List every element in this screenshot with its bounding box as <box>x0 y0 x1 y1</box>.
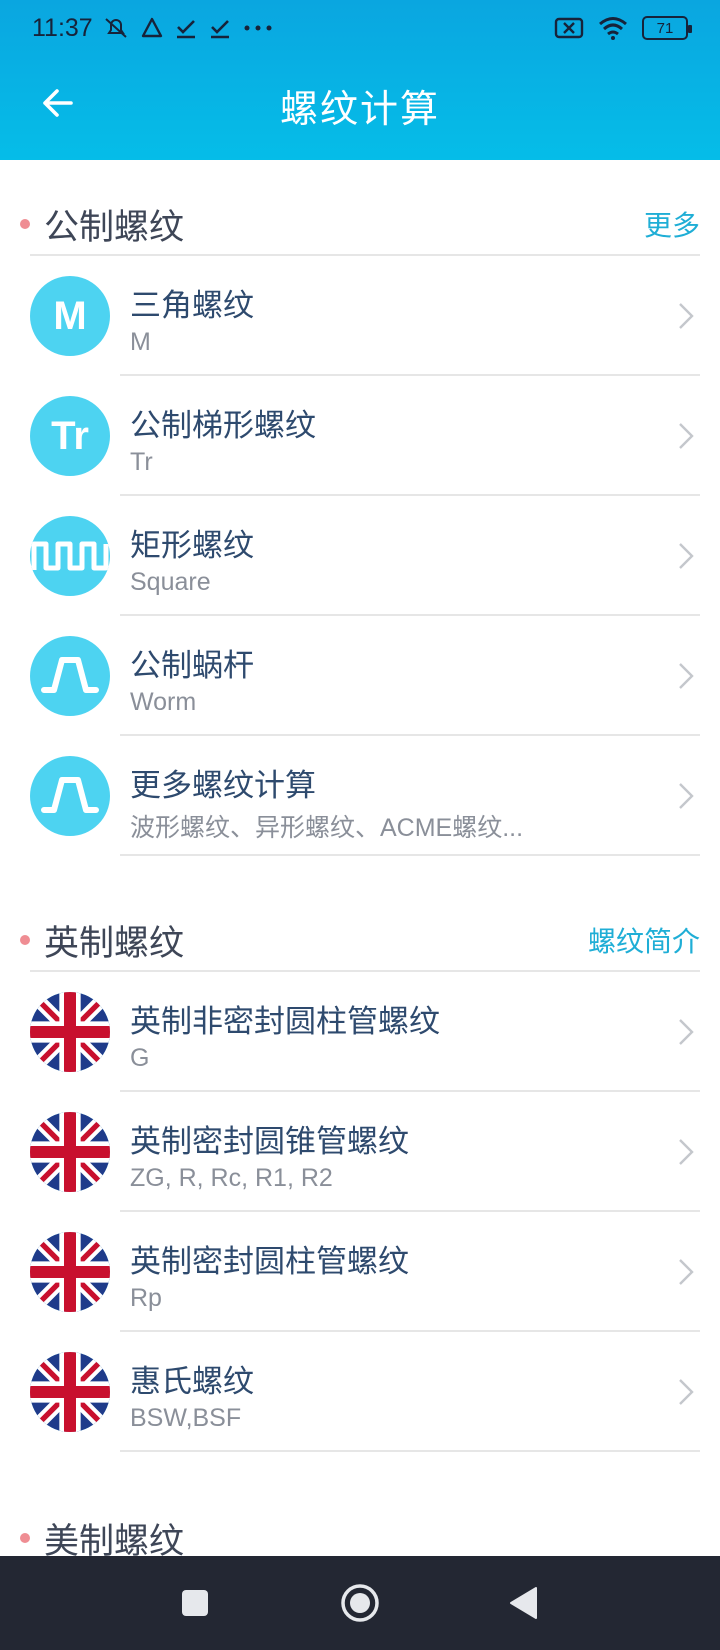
thread-list[interactable]: 公制螺纹 更多 M 三角螺纹 M Tr 公制梯形螺纹 Tr 矩形螺纹 Squar… <box>0 160 720 1556</box>
item-title: 惠氏螺纹 <box>130 1364 254 1400</box>
back-button[interactable] <box>30 76 84 130</box>
tr-letter-icon: Tr <box>30 396 110 476</box>
section-title: 英制螺纹 <box>44 923 185 964</box>
chevron-right-icon <box>679 303 694 329</box>
section-dot <box>20 219 30 229</box>
square-wave-icon <box>30 516 110 596</box>
list-item-more-threads[interactable]: 更多螺纹计算 波形螺纹、异形螺纹、ACME螺纹... <box>0 736 720 856</box>
battery-icon: 71 <box>642 16 692 40</box>
section-header-american: 美制螺纹 <box>0 1506 720 1556</box>
chevron-right-icon <box>679 1139 694 1165</box>
item-title: 更多螺纹计算 <box>130 768 316 804</box>
item-divider <box>120 854 700 856</box>
status-right: 71 <box>554 16 692 40</box>
check-icon <box>176 20 195 39</box>
section-title: 美制螺纹 <box>44 1521 185 1557</box>
uk-flag-icon <box>30 1112 110 1192</box>
list-item-trapezoidal-thread[interactable]: Tr 公制梯形螺纹 Tr <box>0 376 720 496</box>
list-item-bsp-sealed-parallel[interactable]: 英制密封圆柱管螺纹 Rp <box>0 1212 720 1332</box>
item-subtitle: Tr <box>130 448 153 476</box>
battery-level: 71 <box>656 19 674 37</box>
mute-icon <box>105 18 127 38</box>
section-title: 公制螺纹 <box>44 207 185 248</box>
wifi-icon <box>599 17 627 40</box>
uk-flag-icon <box>30 1232 110 1312</box>
uk-flag-icon <box>30 992 110 1072</box>
item-subtitle: 波形螺纹、异形螺纹、ACME螺纹... <box>130 814 524 842</box>
item-subtitle: BSW,BSF <box>130 1404 242 1432</box>
chevron-right-icon <box>679 783 694 809</box>
circle-icon <box>341 1584 379 1622</box>
item-title: 英制密封圆锥管螺纹 <box>130 1124 409 1160</box>
chevron-right-icon <box>679 663 694 689</box>
check-icon <box>210 20 229 39</box>
item-subtitle: Square <box>130 568 211 596</box>
m-letter-icon: M <box>30 276 110 356</box>
chevron-right-icon <box>679 1019 694 1045</box>
chevron-right-icon <box>679 423 694 449</box>
item-subtitle: Worm <box>130 688 197 716</box>
more-dots-icon <box>244 25 272 31</box>
trapezoid-wave-icon <box>30 636 110 716</box>
chevron-right-icon <box>679 1259 694 1285</box>
list-item-square-thread[interactable]: 矩形螺纹 Square <box>0 496 720 616</box>
recents-button[interactable] <box>172 1580 218 1626</box>
list-item-worm[interactable]: 公制蜗杆 Worm <box>0 616 720 736</box>
item-title: 英制非密封圆柱管螺纹 <box>130 1004 440 1040</box>
triangle-alert-icon <box>141 17 162 38</box>
square-icon <box>182 1590 208 1616</box>
sim-error-icon <box>554 17 584 39</box>
notification-icons <box>103 16 273 40</box>
arrow-left-icon <box>43 89 73 117</box>
triangle-back-icon <box>510 1587 537 1619</box>
item-title: 矩形螺纹 <box>130 528 254 564</box>
chevron-right-icon <box>679 543 694 569</box>
item-title: 英制密封圆柱管螺纹 <box>130 1244 409 1280</box>
list-item-whitworth[interactable]: 惠氏螺纹 BSW,BSF <box>0 1332 720 1452</box>
item-subtitle: ZG, R, Rc, R1, R2 <box>130 1164 333 1192</box>
chevron-right-icon <box>679 1379 694 1405</box>
more-link[interactable]: 更多 <box>644 204 700 244</box>
list-item-bsp-parallel[interactable]: 英制非密封圆柱管螺纹 G <box>0 972 720 1092</box>
item-divider <box>120 1450 700 1452</box>
list-item-triangle-thread[interactable]: M 三角螺纹 M <box>0 256 720 376</box>
page-title: 螺纹计算 <box>279 86 440 131</box>
system-nav-bar <box>0 1556 720 1650</box>
item-title: 三角螺纹 <box>130 288 254 324</box>
back-nav-button[interactable] <box>500 1580 546 1626</box>
trapezoid-wave-icon <box>30 756 110 836</box>
item-subtitle: M <box>130 328 151 356</box>
item-subtitle: Rp <box>130 1284 162 1312</box>
home-button[interactable] <box>337 1580 383 1626</box>
section-dot <box>20 935 30 945</box>
section-header-imperial: 英制螺纹 螺纹简介 <box>0 908 720 972</box>
status-time: 11:37 <box>32 13 93 42</box>
item-title: 公制梯形螺纹 <box>130 408 316 444</box>
section-dot <box>20 1533 30 1543</box>
item-title: 公制蜗杆 <box>130 648 254 684</box>
item-subtitle: G <box>130 1044 150 1072</box>
status-bar: 11:37 71 <box>0 0 720 56</box>
app-bar: 11:37 71 螺纹计算 <box>0 0 720 160</box>
uk-flag-icon <box>30 1352 110 1432</box>
list-item-bsp-taper[interactable]: 英制密封圆锥管螺纹 ZG, R, Rc, R1, R2 <box>0 1092 720 1212</box>
thread-intro-link[interactable]: 螺纹简介 <box>588 920 700 960</box>
toolbar: 螺纹计算 <box>0 56 720 160</box>
section-header-metric: 公制螺纹 更多 <box>0 192 720 256</box>
